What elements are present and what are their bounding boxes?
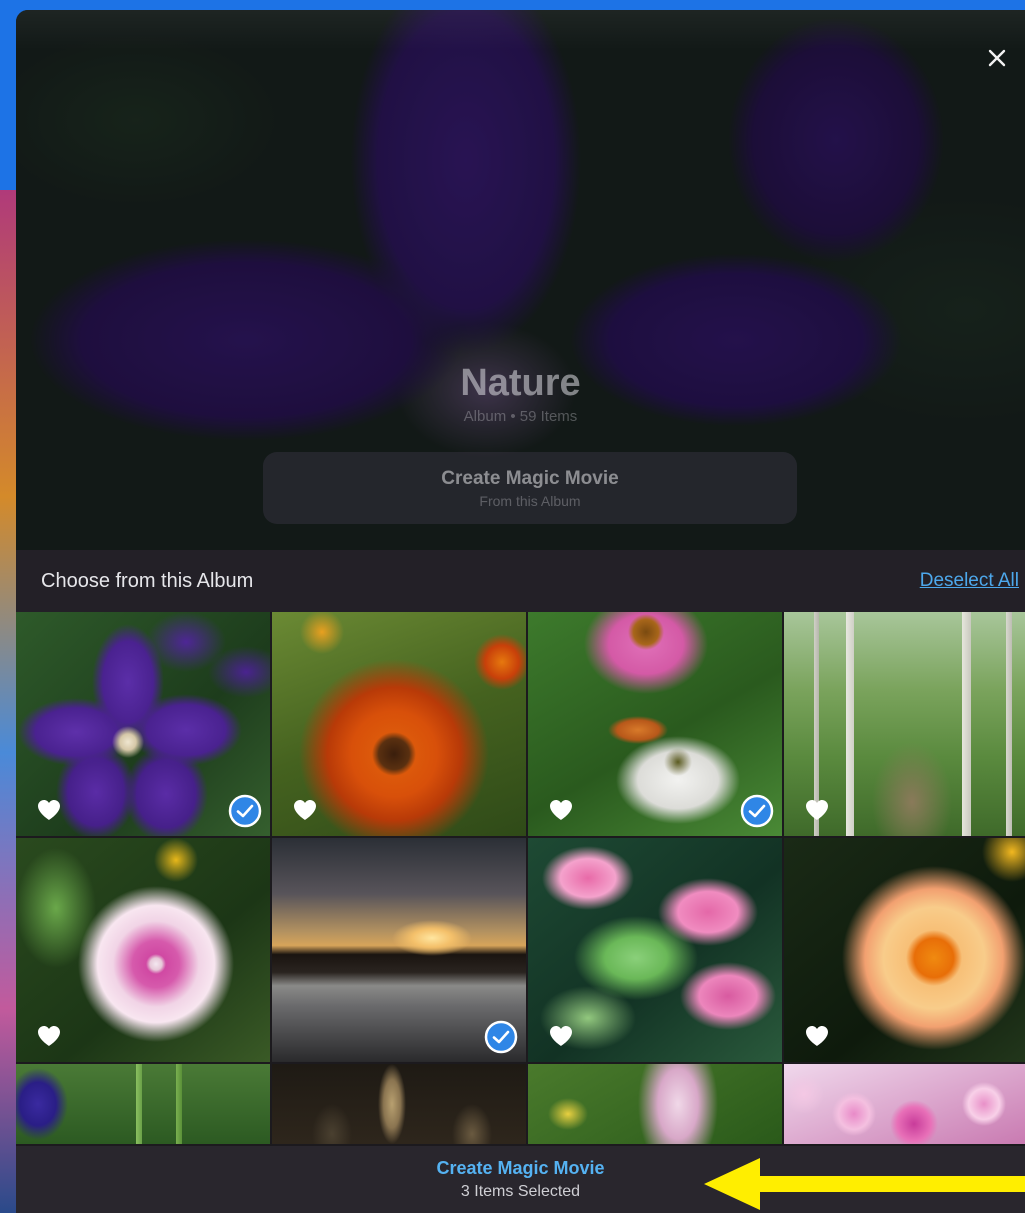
background-window-strip <box>0 190 16 1213</box>
photo-grid <box>16 612 1025 1144</box>
close-icon <box>988 49 1006 67</box>
annotation-arrow-icon <box>704 1158 1025 1210</box>
photo-tile[interactable] <box>272 838 526 1062</box>
hero-button-title: Create Magic Movie <box>441 467 619 489</box>
photo-tile[interactable] <box>784 838 1025 1062</box>
hero-button-subtitle: From this Album <box>479 492 581 509</box>
photo-tile[interactable] <box>16 612 270 836</box>
heart-icon[interactable] <box>804 798 830 822</box>
photo-tile[interactable] <box>784 1064 1025 1144</box>
close-button[interactable] <box>979 40 1015 76</box>
photo-tile[interactable] <box>16 838 270 1062</box>
heart-icon[interactable] <box>292 798 318 822</box>
photo-tile[interactable] <box>16 1064 270 1144</box>
checkmark-circle-icon[interactable] <box>740 794 774 828</box>
create-magic-movie-button[interactable]: Create Magic Movie <box>436 1158 604 1179</box>
album-title: Nature <box>460 362 581 404</box>
photo-tile[interactable] <box>272 612 526 836</box>
heart-icon[interactable] <box>548 798 574 822</box>
deselect-all-button[interactable]: Deselect All <box>920 570 1019 592</box>
heart-icon[interactable] <box>36 1024 62 1048</box>
album-cover-hero: Nature Album • 59 Items Create Magic Mov… <box>16 10 1025 550</box>
heart-icon[interactable] <box>36 798 62 822</box>
section-title: Choose from this Album <box>41 570 254 592</box>
photo-tile[interactable] <box>528 838 782 1062</box>
checkmark-circle-icon[interactable] <box>228 794 262 828</box>
photo-tile[interactable] <box>784 612 1025 836</box>
heart-icon[interactable] <box>548 1024 574 1048</box>
section-header: Choose from this Album Deselect All <box>16 550 1025 612</box>
checkmark-circle-icon[interactable] <box>484 1020 518 1054</box>
photo-tile[interactable] <box>528 612 782 836</box>
photo-tile[interactable] <box>272 1064 526 1144</box>
create-magic-movie-from-album-button[interactable]: Create Magic Movie From this Album <box>263 452 797 524</box>
album-subtitle: Album • 59 Items <box>463 408 578 425</box>
heart-icon[interactable] <box>804 1024 830 1048</box>
magic-movie-sheet: Nature Album • 59 Items Create Magic Mov… <box>16 10 1025 1213</box>
hero-top-fade <box>16 10 1025 50</box>
photo-tile[interactable] <box>528 1064 782 1144</box>
selection-count: 3 Items Selected <box>460 1183 581 1200</box>
